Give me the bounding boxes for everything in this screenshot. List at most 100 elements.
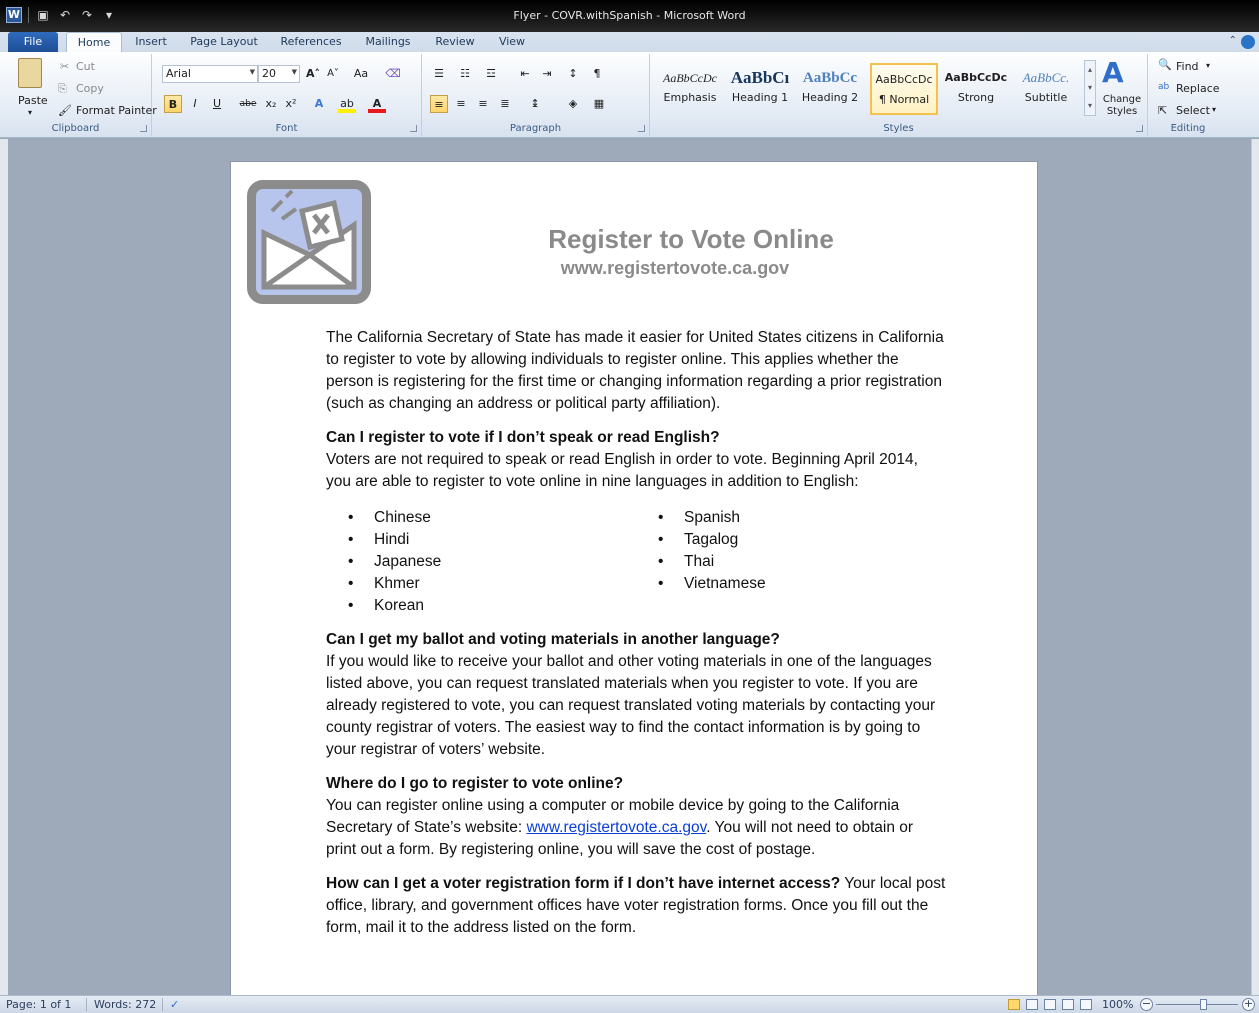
list-item: Thai [636,551,946,573]
bullets-icon[interactable]: ☰ [430,65,448,83]
font-launcher-icon[interactable] [410,125,417,132]
tab-view[interactable]: View [492,32,532,52]
clear-formatting-icon[interactable]: ⌫ [384,65,402,83]
draft-view-icon[interactable] [1080,999,1092,1010]
replace-button[interactable]: Replace [1176,82,1220,95]
list-item: Hindi [326,529,636,551]
line-spacing-icon[interactable]: ↨ [526,95,544,113]
full-screen-reading-icon[interactable] [1026,999,1038,1010]
list-item: Khmer [326,573,636,595]
paragraph-group-label: Paragraph [509,123,562,134]
find-button[interactable]: Find [1176,60,1199,73]
ribbon: Paste ▾ ✂ Cut ⎘ Copy 🖌 Format Painter Cl… [0,52,1259,138]
zoom-slider-track[interactable] [1156,1004,1238,1005]
decrease-indent-icon[interactable]: ⇤ [516,65,534,83]
word-count[interactable]: Words: 272 [94,998,156,1011]
registertovote-link[interactable]: www.registertovote.ca.gov [526,819,706,836]
page-count[interactable]: Page: 1 of 1 [6,998,71,1011]
font-name-value: Arial [166,67,191,80]
tab-insert[interactable]: Insert [128,32,174,52]
styles-scroll-icon[interactable]: ▴ ▾ ▾ [1084,60,1096,116]
vertical-scrollbar[interactable] [1251,139,1259,995]
answer-paragraph: Voters are not required to speak or read… [326,451,918,490]
tab-page-layout[interactable]: Page Layout [186,32,262,52]
find-icon: 🔍 [1158,58,1172,71]
text-effects-icon[interactable]: A [310,95,328,113]
paste-dropdown-icon[interactable]: ▾ [28,108,32,117]
select-button[interactable]: Select [1176,104,1210,117]
grow-font-icon[interactable]: A˄ [304,65,322,83]
answer-paragraph: You can register online using a computer… [326,795,946,861]
styles-group-label: Styles [883,123,914,134]
question-heading: Can I get my ballot and voting materials… [326,631,780,648]
style-sample: AaBbCı [730,68,790,87]
increase-indent-icon[interactable]: ⇥ [538,65,556,83]
strikethrough-button[interactable]: abe [236,95,260,113]
zoom-level[interactable]: 100% [1102,998,1133,1011]
proofing-icon[interactable]: ✓ [170,998,179,1011]
subscript-button[interactable]: x₂ [262,95,280,113]
list-item: Spanish [636,507,946,529]
align-left-icon[interactable]: ≡ [430,95,448,113]
zoom-in-icon[interactable]: + [1242,998,1255,1011]
font-name-combo[interactable]: Arial ▼ [162,65,258,83]
clipboard-launcher-icon[interactable] [140,125,147,132]
web-layout-icon[interactable] [1044,999,1056,1010]
tab-review[interactable]: Review [430,32,480,52]
style-name: Heading 1 [731,91,789,104]
outline-view-icon[interactable] [1062,999,1074,1010]
copy-button[interactable]: Copy [76,82,104,95]
align-right-icon[interactable]: ≡ [474,95,492,113]
shading-icon[interactable]: ◈ [564,95,582,113]
align-center-icon[interactable]: ≡ [452,95,470,113]
styles-launcher-icon[interactable] [1136,125,1143,132]
title-bar: W ▣ ↶ ↷ ▾ Flyer - COVR.withSpanish - Mic… [0,0,1259,32]
style-heading-1[interactable]: AaBbCı Heading 1 [726,63,794,115]
show-formatting-marks-icon[interactable]: ¶ [588,65,606,83]
change-styles-icon[interactable]: A [1102,56,1124,89]
tab-mailings[interactable]: Mailings [358,32,418,52]
tab-file[interactable]: File [8,32,58,52]
superscript-button[interactable]: x² [282,95,300,113]
style-emphasis[interactable]: AaBbCcDc Emphasis [656,63,724,115]
document-page[interactable]: Register to Vote Online www.registertovo… [230,161,1038,1001]
bold-button[interactable]: B [164,95,182,113]
cut-button[interactable]: Cut [76,60,95,73]
style-subtitle[interactable]: AaBbCc. Subtitle [1012,63,1080,115]
tab-references[interactable]: References [276,32,346,52]
separator [86,998,87,1011]
zoom-slider-thumb[interactable] [1200,999,1207,1010]
change-styles-button[interactable]: Change Styles [1102,94,1142,118]
multilevel-list-icon[interactable]: ☲ [482,65,500,83]
underline-button[interactable]: U [208,95,226,113]
font-color-icon[interactable]: A [368,95,386,113]
paragraph-launcher-icon[interactable] [638,125,645,132]
print-layout-icon[interactable] [1008,999,1020,1010]
clipboard-group-label: Clipboard [51,123,100,134]
style-heading-2[interactable]: AaBbCc Heading 2 [796,63,864,115]
borders-icon[interactable]: ▦ [590,95,608,113]
help-icon[interactable] [1241,35,1255,49]
italic-button[interactable]: I [186,95,204,113]
paste-icon[interactable] [18,58,42,88]
sort-icon[interactable]: ↕ [564,65,582,83]
languages-right-column: Spanish Tagalog Thai Vietnamese [636,507,946,617]
style-strong[interactable]: AaBbCcDc Strong [942,63,1010,115]
justify-icon[interactable]: ≣ [496,95,514,113]
minimize-ribbon-icon[interactable]: ⌃ [1229,35,1237,46]
highlight-color-icon[interactable]: ab [338,95,356,113]
zoom-out-icon[interactable]: − [1140,998,1153,1011]
format-painter-button[interactable]: Format Painter [76,104,157,117]
shrink-font-icon[interactable]: A˅ [324,65,342,83]
change-case-button[interactable]: Aa [348,65,374,83]
style-name: Subtitle [1024,91,1068,104]
chevron-down-icon: ▼ [249,68,255,76]
question-heading: Can I register to vote if I don’t speak … [326,429,720,446]
paragraph-group: ☰ ☷ ☲ ⇤ ⇥ ↕ ¶ ≡ ≡ ≡ ≣ ↨ ◈ ▦ Paragraph [422,54,650,136]
paste-button[interactable]: Paste [18,94,48,107]
document-body: The California Secretary of State has ma… [326,327,946,939]
font-size-combo[interactable]: 20 ▼ [258,65,300,83]
style-normal[interactable]: AaBbCcDc ¶ Normal [870,63,938,115]
numbering-icon[interactable]: ☷ [456,65,474,83]
tab-home[interactable]: Home [66,32,122,52]
